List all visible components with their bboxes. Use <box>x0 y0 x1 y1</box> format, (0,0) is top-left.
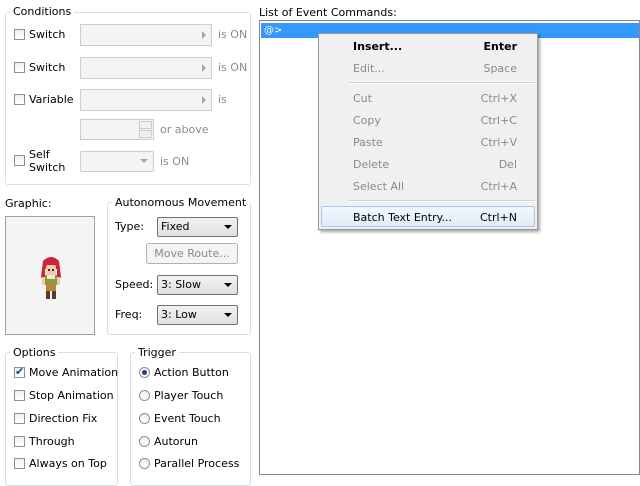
menu-item-label: Paste <box>353 136 383 149</box>
direction-fix-checkbox[interactable] <box>14 413 25 424</box>
menu-item-label: Delete <box>353 158 390 171</box>
graphic-label: Graphic: <box>5 197 52 210</box>
parallel-process-radio[interactable] <box>139 458 150 469</box>
conditions-title: Conditions <box>10 6 75 18</box>
menu-item-shortcut: Space <box>483 62 517 75</box>
menu-item-copy[interactable]: Copy Ctrl+C <box>321 110 535 131</box>
freq-label: Freq: <box>115 308 143 321</box>
switch2-field[interactable] <box>80 57 212 79</box>
options-title: Options <box>10 347 59 359</box>
menu-item-batch-text-entry[interactable]: Batch Text Entry... Ctrl+N <box>321 206 535 227</box>
event-touch-label: Event Touch <box>154 412 221 425</box>
menu-item-label: Batch Text Entry... <box>353 211 453 224</box>
speed-label: Speed: <box>115 278 154 291</box>
parallel-process-label: Parallel Process <box>154 457 240 470</box>
arrow-right-icon <box>202 96 206 104</box>
through-label: Through <box>29 435 75 448</box>
menu-item-delete[interactable]: Delete Del <box>321 154 535 175</box>
switch1-checkbox[interactable] <box>14 29 25 40</box>
action-button-radio[interactable] <box>139 367 150 378</box>
type-select[interactable]: Fixed <box>157 217 238 237</box>
action-button-label: Action Button <box>154 366 229 379</box>
menu-item-shortcut: Ctrl+X <box>480 92 517 105</box>
switch2-checkbox[interactable] <box>14 62 25 73</box>
chevron-down-icon <box>140 159 148 163</box>
autonomous-movement-title: Autonomous Movement <box>112 197 250 209</box>
menu-item-cut[interactable]: Cut Ctrl+X <box>321 88 535 109</box>
menu-item-shortcut: Enter <box>483 40 518 53</box>
menu-item-label: Edit... <box>353 62 385 75</box>
switch2-suffix: is ON <box>218 61 248 74</box>
variable-value-spinner[interactable] <box>80 119 154 140</box>
speed-select[interactable]: 3: Slow <box>157 275 238 295</box>
menu-item-shortcut: Ctrl+A <box>480 180 517 193</box>
self-switch-select[interactable] <box>80 151 154 172</box>
graphic-preview[interactable] <box>5 216 95 335</box>
direction-fix-label: Direction Fix <box>29 412 98 425</box>
move-animation-label: Move Animation <box>29 366 119 379</box>
menu-item-shortcut: Del <box>498 158 517 171</box>
freq-select[interactable]: 3: Low <box>157 305 238 325</box>
autorun-radio[interactable] <box>139 436 150 447</box>
event-commands-label: List of Event Commands: <box>259 6 397 19</box>
menu-item-edit[interactable]: Edit... Space <box>321 58 535 79</box>
type-select-value: Fixed <box>161 220 190 233</box>
move-route-button[interactable]: Move Route... <box>146 243 238 264</box>
always-on-top-checkbox[interactable] <box>14 458 25 469</box>
variable-label: Variable <box>29 93 74 106</box>
event-touch-radio[interactable] <box>139 413 150 424</box>
spin-up-icon[interactable] <box>139 121 152 129</box>
move-animation-checkbox[interactable] <box>14 365 25 378</box>
stop-animation-label: Stop Animation <box>29 389 114 402</box>
chevron-down-icon <box>224 313 232 317</box>
self-switch-label-1: Self <box>29 148 50 161</box>
menu-item-label: Select All <box>353 180 405 193</box>
menu-item-paste[interactable]: Paste Ctrl+V <box>321 132 535 153</box>
switch2-label: Switch <box>29 61 66 74</box>
player-touch-radio[interactable] <box>139 390 150 401</box>
through-checkbox[interactable] <box>14 436 25 447</box>
character-sprite-icon <box>41 257 61 299</box>
menu-item-shortcut: Ctrl+V <box>480 136 517 149</box>
always-on-top-label: Always on Top <box>29 457 107 470</box>
menu-separator <box>349 200 535 202</box>
chevron-down-icon <box>224 225 232 229</box>
switch1-field[interactable] <box>80 24 212 46</box>
variable-field[interactable] <box>80 89 212 111</box>
or-above-label: or above <box>160 123 209 136</box>
self-switch-checkbox[interactable] <box>14 155 25 166</box>
switch1-label: Switch <box>29 28 66 41</box>
switch1-suffix: is ON <box>218 28 248 41</box>
command-row-text: @> <box>264 25 283 36</box>
spin-down-icon[interactable] <box>139 130 152 138</box>
chevron-down-icon <box>224 283 232 287</box>
context-menu: Insert... Enter Edit... Space Cut Ctrl+X… <box>318 33 538 230</box>
menu-item-label: Cut <box>353 92 372 105</box>
variable-suffix: is <box>218 93 227 106</box>
player-touch-label: Player Touch <box>154 389 224 402</box>
trigger-title: Trigger <box>135 347 179 359</box>
arrow-right-icon <box>202 64 206 72</box>
menu-item-label: Insert... <box>353 40 403 53</box>
self-switch-suffix: is ON <box>160 155 190 168</box>
autorun-label: Autorun <box>154 435 199 448</box>
menu-item-label: Copy <box>353 114 381 127</box>
menu-item-select-all[interactable]: Select All Ctrl+A <box>321 176 535 197</box>
speed-select-value: 3: Slow <box>161 278 201 291</box>
arrow-right-icon <box>202 31 206 39</box>
variable-checkbox[interactable] <box>14 94 25 105</box>
self-switch-label-2: Switch <box>29 161 66 174</box>
freq-select-value: 3: Low <box>161 308 197 321</box>
menu-item-shortcut: Ctrl+C <box>480 114 517 127</box>
menu-separator <box>349 82 535 84</box>
menu-item-shortcut: Ctrl+N <box>479 211 517 224</box>
menu-item-insert[interactable]: Insert... Enter <box>321 36 535 57</box>
type-label: Type: <box>115 220 144 233</box>
stop-animation-checkbox[interactable] <box>14 390 25 401</box>
